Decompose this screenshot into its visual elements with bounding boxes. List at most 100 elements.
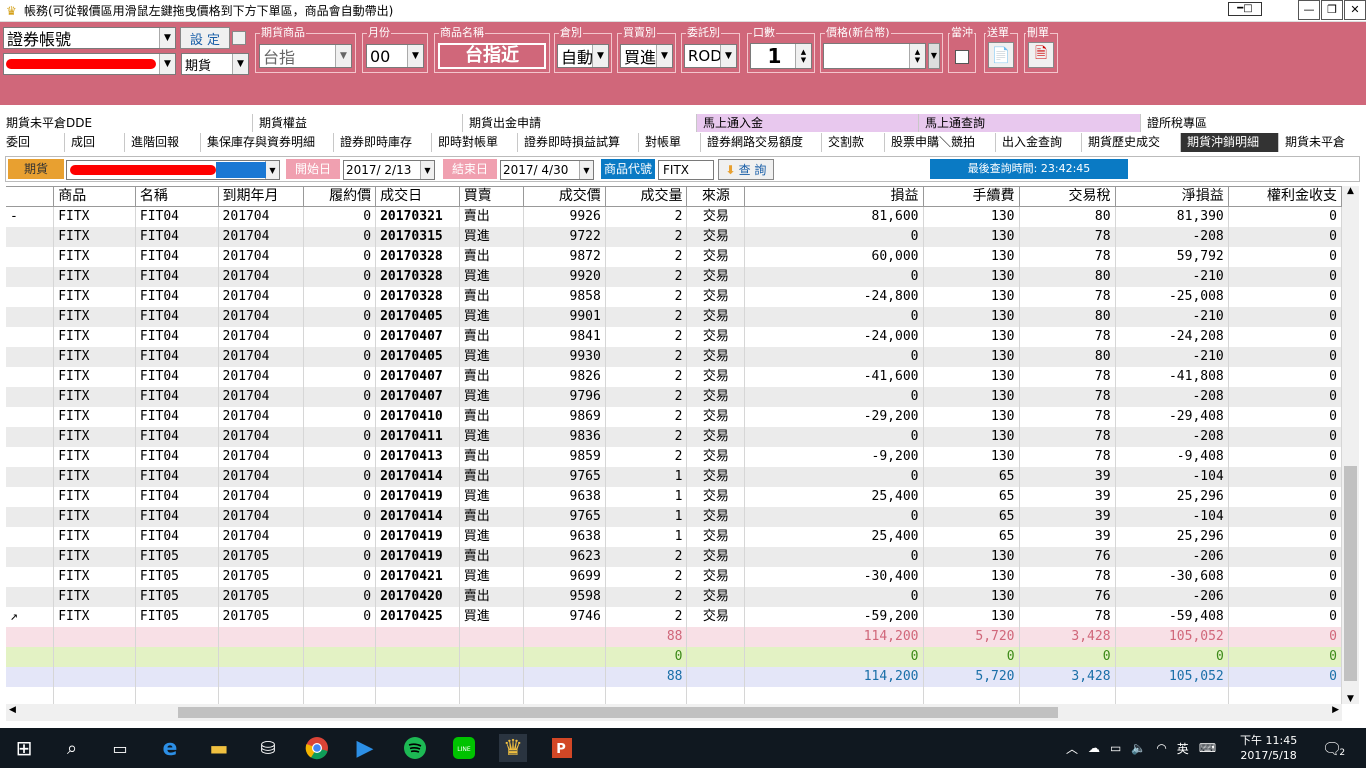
trading-app-crown-icon[interactable]: ♛ xyxy=(499,734,527,762)
end-date-picker[interactable]: 2017/ 4/30 ▼ xyxy=(500,160,594,180)
tab-instant-deposit[interactable]: 馬上通入金 xyxy=(696,114,918,132)
volume-icon[interactable]: 🔈 xyxy=(1131,741,1146,755)
set-button[interactable]: 設 定 xyxy=(180,27,230,49)
tab-custody-inventory[interactable]: 集保庫存與資券明細 xyxy=(200,133,333,152)
scroll-left-icon[interactable]: ◀ xyxy=(9,705,16,715)
col-header-pnl[interactable]: 損益 xyxy=(745,187,924,206)
tab-statement[interactable]: 對帳單 xyxy=(638,133,700,152)
futures-product-select[interactable]: 台指 ▼ xyxy=(259,44,352,68)
minimize-button[interactable]: — xyxy=(1298,0,1320,20)
order-type-select[interactable]: ROD ▼ xyxy=(684,44,737,68)
search-icon[interactable]: ⌕ xyxy=(58,734,86,762)
table-row[interactable]: FITX FIT04 201704 0 20170328 賣出 9872 2 交易 60,000 1… xyxy=(6,247,1342,267)
table-row[interactable]: FITX FIT04 201704 0 20170405 買進 9901 2 交易 0 130 80-… xyxy=(6,307,1342,327)
tab-realtime-statement[interactable]: 即時對帳單 xyxy=(431,133,517,152)
line-icon[interactable]: LINE xyxy=(450,734,478,762)
tab-futures-withdraw[interactable]: 期貨出金申請 xyxy=(462,114,696,132)
restore-layout-icon[interactable]: ━□ xyxy=(1228,2,1262,16)
query-button[interactable]: ⬇ 查 詢 xyxy=(718,159,774,180)
table-row[interactable]: FITX FIT04 201704 0 20170328 買進 9920 2 交易 0 130 80-… xyxy=(6,267,1342,287)
tab-online-trade-limit[interactable]: 證券網路交易額度 xyxy=(700,133,821,152)
tab-futures-open-dde[interactable]: 期貨未平倉DDE xyxy=(0,114,252,132)
start-date-picker[interactable]: 2017/ 2/13 ▼ xyxy=(343,160,435,180)
month-select[interactable]: 00 ▼ xyxy=(366,44,424,68)
table-row[interactable]: ↗ FITX FIT05 201705 0 20170425 買進 9746 2 交易 -59,20… xyxy=(6,607,1342,627)
table-row[interactable]: FITX FIT04 201704 0 20170411 買進 9836 2 交易 0 130 78-… xyxy=(6,427,1342,447)
horizontal-scrollbar[interactable]: ◀ ▶ xyxy=(6,704,1342,721)
side-select[interactable]: 買進 ▼ xyxy=(620,44,673,68)
col-header-fee[interactable]: 手續費 xyxy=(924,187,1020,206)
col-header-marker[interactable] xyxy=(6,187,55,206)
col-header-side[interactable]: 買賣 xyxy=(460,187,525,206)
spin-arrows-icon[interactable]: ▲ ▼ xyxy=(795,44,811,68)
price-dropdown-icon[interactable]: ▼ xyxy=(928,43,940,69)
table-row[interactable]: FITX FIT04 201704 0 20170328 賣出 9858 2 交易 -24,800… xyxy=(6,287,1342,307)
account-select[interactable]: 證券帳號 ▼ xyxy=(3,27,176,49)
price-input[interactable]: ▲ ▼ xyxy=(823,43,926,69)
tray-chevron-icon[interactable]: ︿ xyxy=(1066,740,1078,757)
col-header-net-pnl[interactable]: 淨損益 xyxy=(1116,187,1229,206)
settings-small-icon[interactable] xyxy=(232,31,246,45)
delete-order-icon[interactable]: 🗎 xyxy=(1028,42,1054,68)
col-header-premium[interactable]: 權利金收支 xyxy=(1229,187,1342,206)
tab-order-report[interactable]: 委回 xyxy=(0,133,64,152)
col-header-name[interactable]: 名稱 xyxy=(136,187,219,206)
col-header-source[interactable]: 來源 xyxy=(687,187,746,206)
table-row[interactable]: FITX FIT04 201704 0 20170407 賣出 9841 2 交易 -24,000… xyxy=(6,327,1342,347)
tab-settlement[interactable]: 交割款 xyxy=(821,133,884,152)
close-button[interactable]: ✕ xyxy=(1344,0,1366,20)
table-row[interactable]: FITX FIT05 201705 0 20170421 買進 9699 2 交易 -30,400… xyxy=(6,567,1342,587)
table-row[interactable]: FITX FIT04 201704 0 20170405 買進 9930 2 交易 0 130 80-… xyxy=(6,347,1342,367)
clock[interactable]: 下午 11:45 2017/5/18 xyxy=(1240,728,1297,768)
store-icon[interactable]: ⛁ xyxy=(254,734,282,762)
wifi-icon[interactable]: ◠ xyxy=(1156,741,1166,755)
table-row[interactable]: - FITX FIT04 201704 0 20170321 賣出 9926 2 交易 81,600… xyxy=(6,207,1342,227)
vertical-scrollbar[interactable]: ▲ ▼ xyxy=(1342,186,1359,704)
horizontal-scroll-thumb[interactable] xyxy=(178,707,1058,718)
col-header-price[interactable]: 成交價 xyxy=(524,187,606,206)
table-row[interactable]: FITX FIT04 201704 0 20170407 買進 9796 2 交易 0 130 78-… xyxy=(6,387,1342,407)
table-row[interactable]: FITX FIT04 201704 0 20170410 賣出 9869 2 交易 -29,200… xyxy=(6,407,1342,427)
daytrade-checkbox[interactable] xyxy=(955,50,969,64)
edge-icon[interactable]: e xyxy=(156,734,184,762)
table-row[interactable]: FITX FIT05 201705 0 20170419 賣出 9623 2 交易 0 130 76-… xyxy=(6,547,1342,567)
tab-stock-pnl-calc[interactable]: 證券即時損益試算 xyxy=(517,133,638,152)
tab-futures-history[interactable]: 期貨歷史成交 xyxy=(1081,133,1180,152)
tab-advanced-report[interactable]: 進階回報 xyxy=(124,133,200,152)
battery-icon[interactable]: ▭ xyxy=(1110,741,1121,755)
restore-button[interactable]: ❐ xyxy=(1321,0,1343,20)
scroll-up-icon[interactable]: ▲ xyxy=(1342,186,1359,196)
table-row[interactable]: FITX FIT05 201705 0 20170420 賣出 9598 2 交易 0 130 76-… xyxy=(6,587,1342,607)
media-player-icon[interactable]: ▶ xyxy=(351,734,379,762)
tab-cash-flow-query[interactable]: 出入金查詢 xyxy=(995,133,1081,152)
onedrive-icon[interactable]: ☁ xyxy=(1088,741,1100,755)
scroll-right-icon[interactable]: ▶ xyxy=(1332,705,1339,715)
col-header-expiry[interactable]: 到期年月 xyxy=(219,187,304,206)
col-header-strike[interactable]: 履約價 xyxy=(304,187,377,206)
tab-fill-report[interactable]: 成回 xyxy=(64,133,124,152)
tab-futures-open-position[interactable]: 期貨未平倉 xyxy=(1278,133,1366,152)
vertical-scroll-thumb[interactable] xyxy=(1344,466,1357,681)
col-header-trade-date[interactable]: 成交日 xyxy=(376,187,460,206)
ime-indicator[interactable]: 英 xyxy=(1177,740,1189,757)
tab-futures-equity[interactable]: 期貨權益 xyxy=(252,114,462,132)
tab-futures-offset-detail[interactable]: 期貨沖銷明細 xyxy=(1180,133,1278,152)
task-view-icon[interactable]: ▭ xyxy=(106,734,134,762)
windows-start-icon[interactable]: ⊞ xyxy=(10,734,38,762)
table-row[interactable]: FITX FIT04 201704 0 20170419 買進 9638 1 交易 25,400 6… xyxy=(6,487,1342,507)
table-row[interactable]: FITX FIT04 201704 0 20170414 賣出 9765 1 交易 0 65 39 -1… xyxy=(6,467,1342,487)
tab-securities-tax[interactable]: 證所稅專區 xyxy=(1140,114,1366,132)
col-header-tax[interactable]: 交易稅 xyxy=(1020,187,1116,206)
spin-arrows-icon[interactable]: ▲ ▼ xyxy=(909,44,925,68)
powerpoint-icon[interactable]: P xyxy=(548,734,576,762)
table-row[interactable]: FITX FIT04 201704 0 20170315 買進 9722 2 交易 0 130 78-… xyxy=(6,227,1342,247)
type-select[interactable]: 期貨 ▼ xyxy=(181,53,249,75)
table-row[interactable]: FITX FIT04 201704 0 20170407 賣出 9826 2 交易 -41,600… xyxy=(6,367,1342,387)
spotify-icon[interactable] xyxy=(401,734,429,762)
table-row[interactable]: FITX FIT04 201704 0 20170419 買進 9638 1 交易 25,400 6… xyxy=(6,527,1342,547)
send-order-icon[interactable]: 📄 xyxy=(988,42,1014,68)
keyboard-icon[interactable]: ⌨ xyxy=(1199,741,1216,755)
chrome-icon[interactable] xyxy=(303,734,331,762)
table-row[interactable]: FITX FIT04 201704 0 20170414 賣出 9765 1 交易 0 65 39 -1… xyxy=(6,507,1342,527)
lots-stepper[interactable]: 1 ▲ ▼ xyxy=(750,43,812,69)
